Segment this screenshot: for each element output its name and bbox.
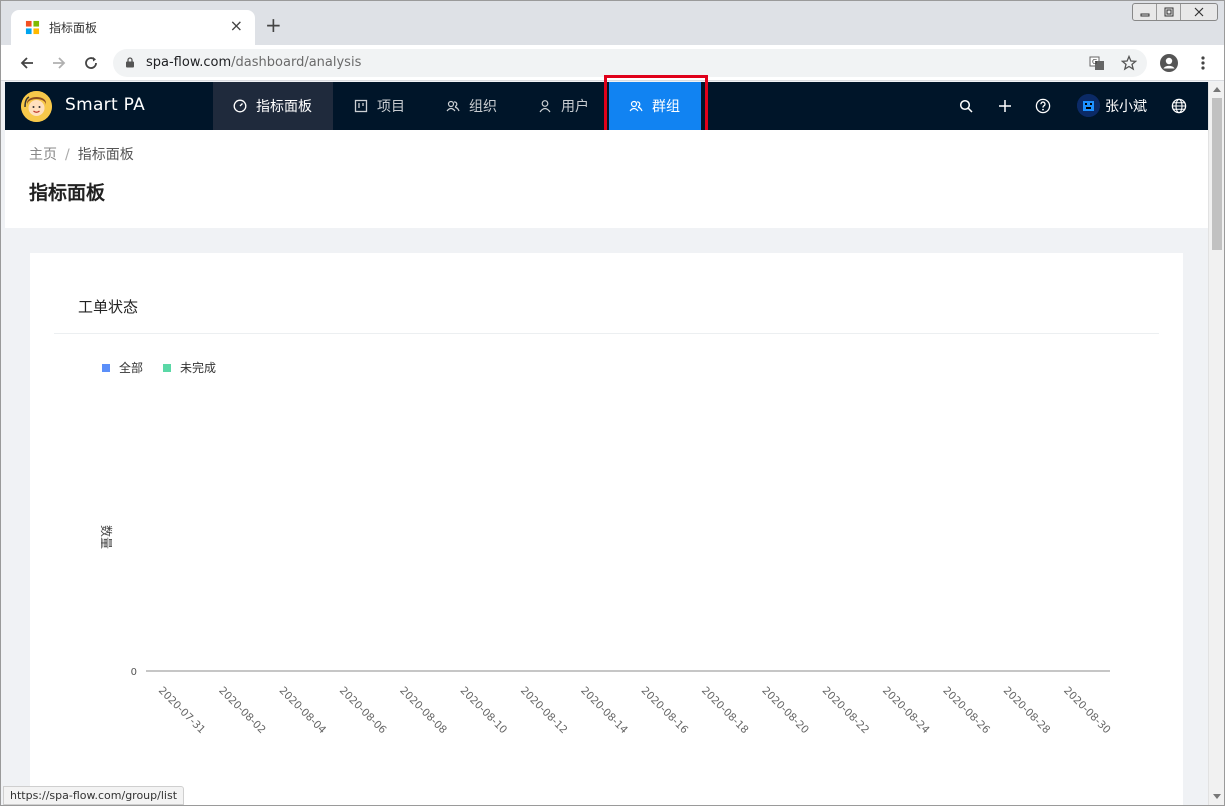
bookmark-star-icon[interactable] [1121, 55, 1137, 71]
minimize-icon[interactable] [1133, 4, 1157, 20]
brand-name[interactable]: Smart PA [65, 95, 145, 115]
dashboard-gauge-icon [233, 99, 247, 113]
project-board-icon [354, 99, 368, 113]
help-icon[interactable] [1035, 98, 1051, 114]
breadcrumb-home[interactable]: 主页 [29, 147, 57, 163]
y-tick-label: 0 [131, 667, 137, 678]
plus-icon[interactable] [997, 98, 1013, 114]
x-tick-label: 2020-08-30 [1061, 685, 1113, 737]
nav-label-projects: 项目 [377, 99, 405, 115]
scroll-down-arrow-icon[interactable] [1213, 794, 1221, 799]
x-tick-label: 2020-08-28 [1001, 685, 1053, 737]
chart-card: 工单状态 全部 未完成 数量 0 2020-07-31 2020-08-02 2020-… [30, 253, 1183, 805]
user-name[interactable]: 张小斌 [1105, 96, 1147, 116]
tab-strip: 指标面板 × + [1, 1, 1224, 45]
menu-kebab-icon[interactable] [1193, 53, 1213, 73]
svg-text:G: G [1092, 58, 1097, 66]
translate-icon[interactable]: G [1089, 55, 1105, 71]
nav-item-orgs[interactable]: 组织 [446, 82, 497, 130]
forward-icon[interactable] [49, 53, 69, 73]
nav-item-projects[interactable]: 项目 [354, 82, 405, 130]
page-scrollbar[interactable] [1208, 82, 1224, 805]
url-text: spa-flow.com/dashboard/analysis [146, 55, 362, 70]
scrollbar-thumb[interactable] [1212, 98, 1222, 250]
team-icon [446, 100, 460, 112]
x-tick-label: 2020-08-02 [216, 685, 268, 737]
user-icon [539, 100, 551, 113]
maximize-icon[interactable] [1157, 4, 1181, 20]
tab-title: 指标面板 [49, 21, 98, 35]
nav-item-dashboard[interactable]: 指标面板 [213, 82, 333, 130]
tab-close-icon[interactable]: × [230, 17, 243, 35]
highlight-box [604, 75, 708, 133]
browser-window: 指标面板 × + spa-flow.com/dashboard/analysis… [0, 0, 1225, 806]
close-window-icon[interactable] [1181, 4, 1217, 20]
x-tick-label: 2020-08-24 [880, 685, 932, 737]
scroll-up-arrow-icon[interactable] [1213, 87, 1221, 92]
x-tick-label: 2020-07-31 [156, 685, 208, 737]
line-chart: 数量02020-07-31 2020-08-02 2020-08-04 2020-08… [99, 525, 1113, 737]
reload-icon[interactable] [81, 53, 101, 73]
window-controls [1132, 3, 1218, 21]
browser-tab[interactable]: 指标面板 × [11, 10, 255, 45]
link-status-bar: https://spa-flow.com/group/list [3, 786, 185, 805]
x-tick-label: 2020-08-16 [639, 685, 691, 737]
breadcrumb-separator: / [65, 147, 70, 163]
app-favicon-icon [25, 20, 40, 35]
x-tick-label: 2020-08-26 [940, 685, 992, 737]
x-tick-label: 2020-08-12 [518, 685, 570, 737]
x-tick-label: 2020-08-06 [337, 685, 389, 737]
nav-label-dashboard: 指标面板 [256, 99, 312, 115]
x-tick-label: 2020-08-08 [397, 685, 449, 737]
x-tick-label: 2020-08-10 [458, 685, 510, 737]
x-tick-label: 2020-08-14 [578, 685, 630, 737]
profile-icon[interactable] [1159, 53, 1179, 73]
search-icon[interactable] [958, 98, 974, 114]
breadcrumb-current: 指标面板 [77, 147, 134, 163]
new-tab-icon[interactable]: + [265, 15, 282, 35]
nav-label-users: 用户 [561, 99, 589, 115]
breadcrumb: 主页 / 指标面板 [29, 144, 134, 164]
y-axis-label: 数量 [99, 525, 114, 549]
x-tick-label: 2020-08-22 [820, 685, 872, 737]
x-tick-label: 2020-08-18 [699, 685, 751, 737]
logo-avatar-icon[interactable] [21, 91, 52, 122]
page-title: 指标面板 [29, 182, 106, 204]
nav-item-users[interactable]: 用户 [538, 82, 589, 130]
x-tick-label: 2020-08-20 [759, 685, 811, 737]
back-icon[interactable] [17, 53, 37, 73]
page-header: 主页 / 指标面板 指标面板 [5, 130, 1208, 228]
lock-icon [126, 57, 134, 68]
address-bar[interactable]: spa-flow.com/dashboard/analysis G [113, 49, 1147, 77]
x-tick-label: 2020-08-04 [277, 685, 329, 737]
nav-label-orgs: 组织 [469, 99, 497, 115]
globe-language-icon[interactable] [1171, 98, 1187, 114]
user-avatar[interactable] [1077, 94, 1100, 117]
